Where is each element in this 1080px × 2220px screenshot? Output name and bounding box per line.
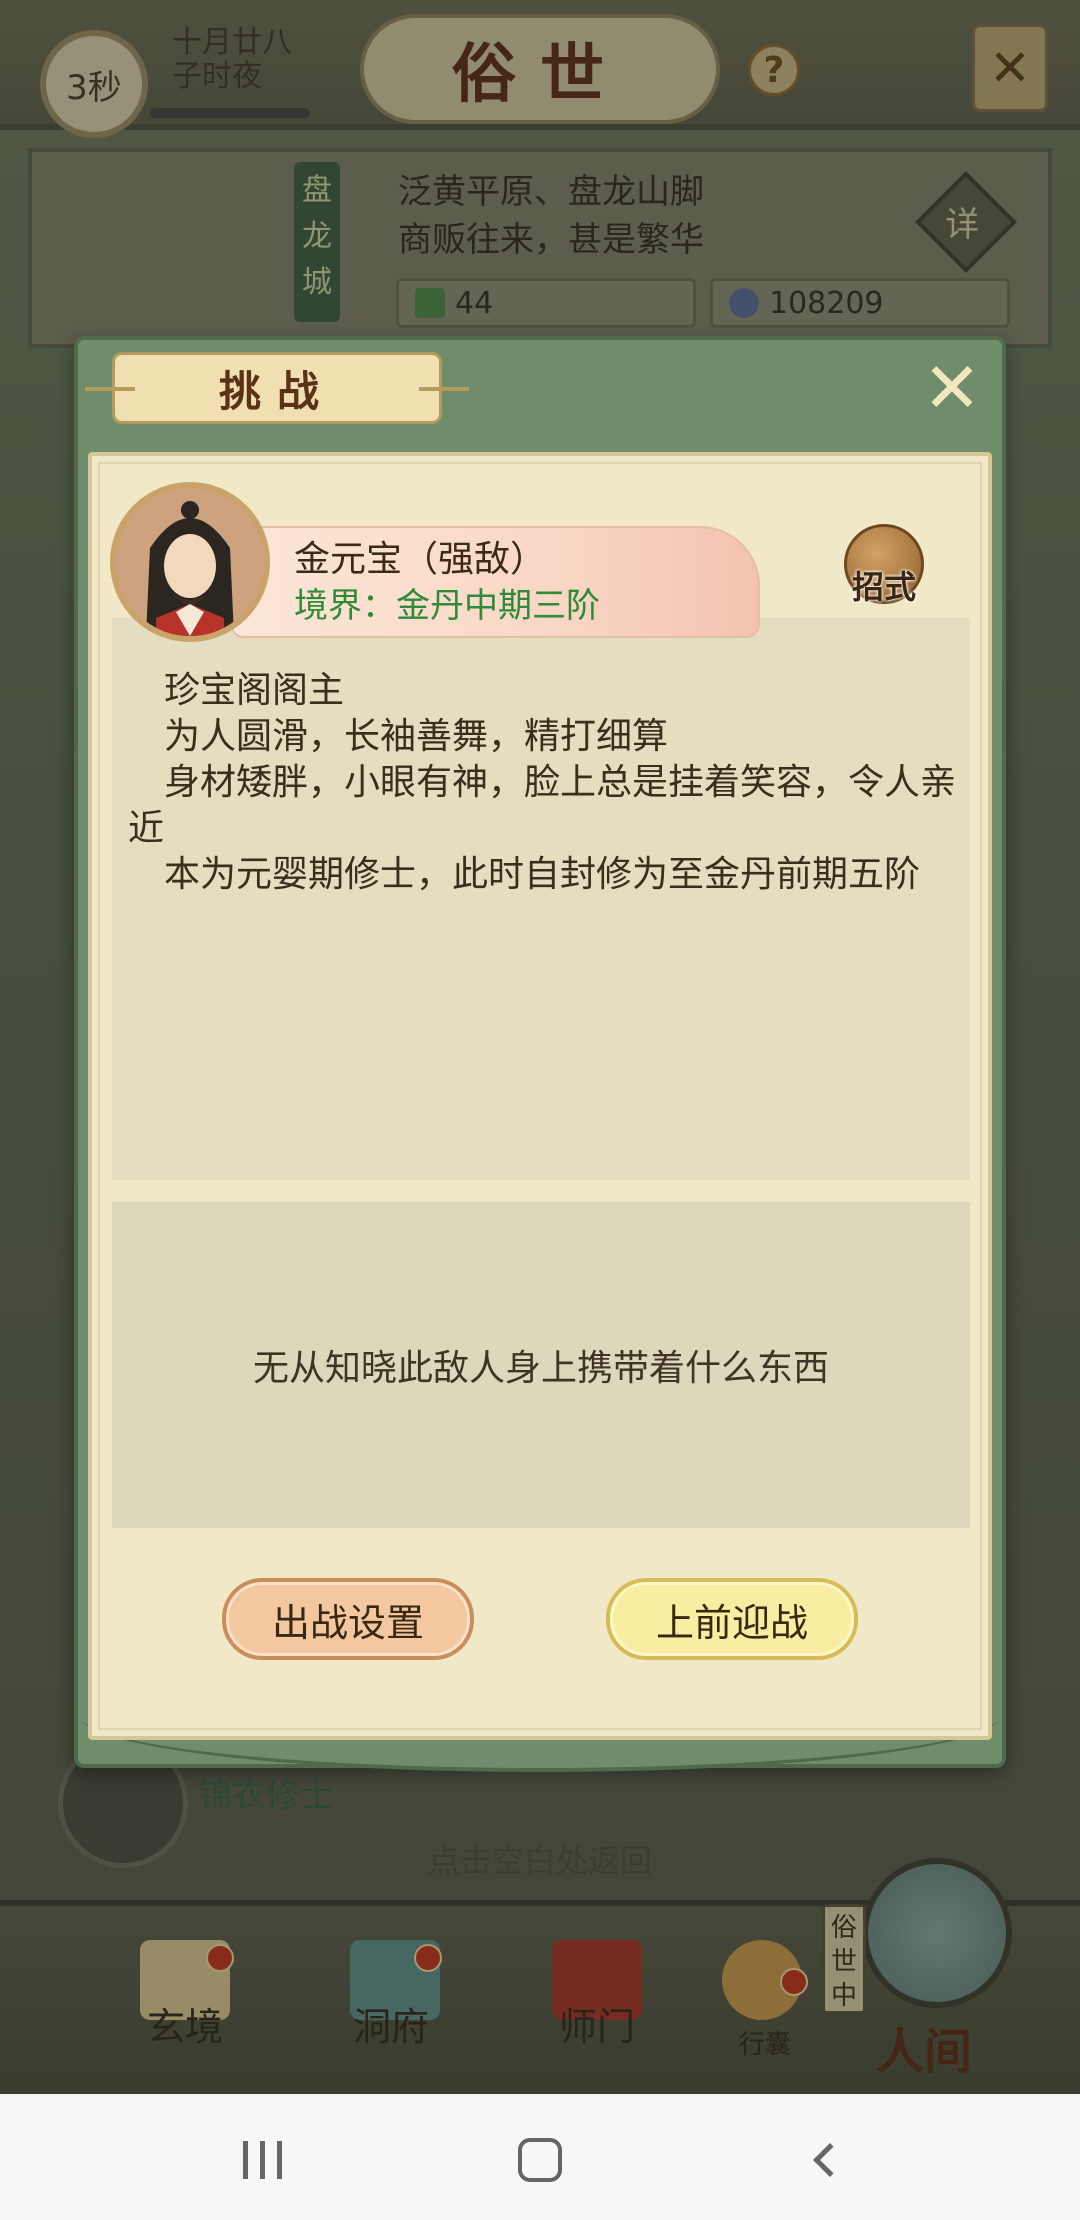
desc-line: 珍宝阁阁主 [128, 670, 345, 711]
desc-line: 为人圆滑，长袖善舞，精打细算 [128, 716, 669, 757]
enemy-name: 金元宝（强敌） [294, 539, 547, 580]
loot-panel: 无从知晓此敌人身上携带着什么东西 [112, 1202, 970, 1528]
home-icon [518, 2138, 562, 2182]
home-button[interactable] [510, 2130, 570, 2190]
enemy-description: 珍宝阁阁主 为人圆滑，长袖善舞，精打细算 身材矮胖，小眼有神，脸上总是挂着笑容，… [128, 668, 958, 898]
back-icon [813, 2143, 847, 2177]
portrait-icon [116, 488, 264, 636]
desc-line: 本为元婴期修士，此时自封修为至金丹前期五阶 [128, 854, 921, 895]
close-icon[interactable]: ✕ [916, 347, 988, 429]
loot-unknown-text: 无从知晓此敌人身上携带着什么东西 [252, 1348, 829, 1389]
recent-apps-icon[interactable] [232, 2130, 292, 2190]
enemy-avatar [110, 482, 270, 642]
dialog-title: 挑战 [85, 352, 469, 424]
skill-button-label[interactable]: 招式 [842, 562, 926, 608]
back-button[interactable] [800, 2130, 860, 2190]
engage-battle-button[interactable]: 上前迎战 [606, 1578, 858, 1660]
desc-line: 身材矮胖，小眼有神，脸上总是挂着笑容，令人亲近 [128, 762, 957, 849]
battle-setup-button[interactable]: 出战设置 [222, 1578, 474, 1660]
enemy-realm: 境界：金丹中期三阶 [294, 586, 600, 626]
